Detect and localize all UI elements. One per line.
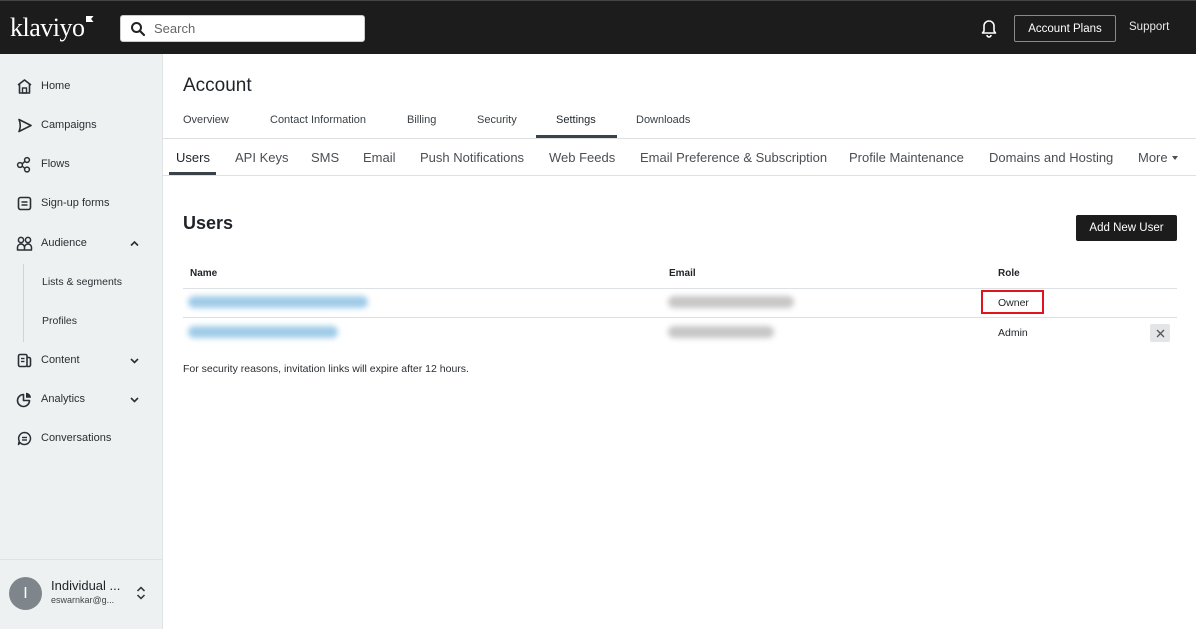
subtab-push-notifications[interactable]: Push Notifications — [420, 150, 524, 165]
chevron-down-icon[interactable] — [129, 355, 140, 366]
subtab-users[interactable]: Users — [176, 150, 210, 165]
users-heading: Users — [183, 213, 234, 233]
bell-icon[interactable] — [980, 18, 998, 38]
column-header-email: Email — [669, 268, 696, 279]
sidebar-item-audience[interactable]: Audience — [0, 225, 163, 261]
subtab-api-keys[interactable]: API Keys — [235, 150, 288, 165]
tab-contact-information[interactable]: Contact Information — [270, 114, 366, 126]
sidebar-item-analytics[interactable]: Analytics — [0, 381, 163, 417]
user-email-redacted — [668, 296, 794, 308]
search-icon — [131, 21, 146, 36]
sidebar-item-flows[interactable]: Flows — [0, 146, 163, 182]
subtab-more[interactable]: More — [1138, 150, 1178, 165]
sidebar-item-label: Analytics — [41, 393, 86, 405]
logo-flag-icon — [85, 16, 94, 22]
logo-text: klaviyo — [10, 13, 85, 42]
close-icon — [1156, 329, 1164, 337]
tab-billing[interactable]: Billing — [407, 114, 436, 126]
content-icon — [17, 353, 32, 367]
user-email-redacted — [668, 326, 774, 338]
tab-downloads[interactable]: Downloads — [636, 114, 690, 126]
table-divider — [183, 288, 1177, 289]
sidebar-item-content[interactable]: Content — [0, 342, 163, 378]
page-title: Account — [183, 75, 252, 96]
subtab-profile-maintenance[interactable]: Profile Maintenance — [849, 150, 964, 165]
chevron-down-icon[interactable] — [129, 394, 140, 405]
form-icon — [17, 196, 32, 210]
owner-highlight-box — [981, 290, 1044, 314]
column-header-role: Role — [998, 268, 1020, 279]
invitation-expiry-note: For security reasons, invitation links w… — [183, 363, 469, 375]
sidebar-item-signup-forms[interactable]: Sign-up forms — [0, 185, 163, 221]
search-input[interactable] — [154, 21, 354, 36]
sidebar-subitem-lists-segments[interactable]: Lists & segments — [0, 264, 163, 300]
subtab-email-preference[interactable]: Email Preference & Subscription — [640, 150, 827, 165]
sidebar-item-label: Flows — [41, 158, 70, 170]
top-bar: klaviyo Account Plans Support — [0, 0, 1196, 54]
table-divider — [183, 317, 1177, 318]
sidebar-item-label: Conversations — [41, 432, 112, 444]
analytics-icon — [16, 392, 31, 407]
home-icon — [17, 78, 32, 94]
active-subtab-indicator — [169, 172, 216, 175]
send-icon — [18, 118, 32, 132]
caret-down-icon — [1171, 155, 1178, 160]
search-box[interactable] — [120, 15, 365, 42]
more-label: More — [1138, 150, 1168, 165]
tab-overview[interactable]: Overview — [183, 114, 229, 126]
sidebar-item-label: Campaigns — [41, 119, 97, 131]
subtab-sms[interactable]: SMS — [311, 150, 339, 165]
active-tab-indicator — [536, 135, 617, 138]
user-name-redacted[interactable] — [188, 296, 368, 308]
sidebar-item-label: Sign-up forms — [41, 197, 110, 209]
sidebar-item-conversations[interactable]: Conversations — [0, 420, 163, 456]
tab-settings[interactable]: Settings — [556, 114, 596, 126]
settings-subtabs: Users API Keys SMS Email Push Notificati… — [163, 139, 1196, 176]
sidebar-subitem-profiles[interactable]: Profiles — [0, 303, 163, 339]
sidebar-item-campaigns[interactable]: Campaigns — [0, 107, 163, 143]
chat-icon — [17, 431, 32, 445]
sidebar-subitem-label: Profiles — [42, 315, 78, 327]
sidebar-item-label: Audience — [41, 237, 87, 249]
user-name-redacted[interactable] — [188, 326, 338, 338]
remove-user-button[interactable] — [1150, 324, 1170, 342]
primary-tabs: Overview Contact Information Billing Sec… — [163, 104, 1196, 139]
user-role: Admin — [998, 327, 1028, 339]
subtab-web-feeds[interactable]: Web Feeds — [549, 150, 615, 165]
people-icon — [16, 236, 33, 251]
subtab-domains-hosting[interactable]: Domains and Hosting — [989, 150, 1113, 165]
sidebar-item-home[interactable]: Home — [0, 68, 163, 104]
account-plans-button[interactable]: Account Plans — [1014, 15, 1116, 42]
support-link[interactable]: Support — [1129, 21, 1169, 33]
sidebar-item-label: Home — [41, 80, 71, 92]
chevron-up-down-icon[interactable] — [135, 584, 147, 602]
column-header-name: Name — [190, 268, 218, 279]
sidebar-subitem-label: Lists & segments — [42, 276, 122, 288]
account-name: Individual ... — [51, 578, 121, 593]
add-new-user-button[interactable]: Add New User — [1076, 215, 1177, 241]
sidebar-item-label: Content — [41, 354, 80, 366]
subtab-email[interactable]: Email — [363, 150, 396, 165]
avatar: I — [9, 577, 42, 610]
tab-security[interactable]: Security — [477, 114, 517, 126]
account-switcher[interactable]: I Individual ... eswarnkar@g... — [0, 559, 163, 629]
flows-icon — [16, 156, 31, 173]
chevron-up-icon[interactable] — [129, 238, 140, 249]
klaviyo-logo[interactable]: klaviyo — [10, 13, 94, 43]
sidebar: Home Campaigns Flows Sign-up forms Audie… — [0, 54, 163, 629]
account-email: eswarnkar@g... — [51, 595, 115, 605]
